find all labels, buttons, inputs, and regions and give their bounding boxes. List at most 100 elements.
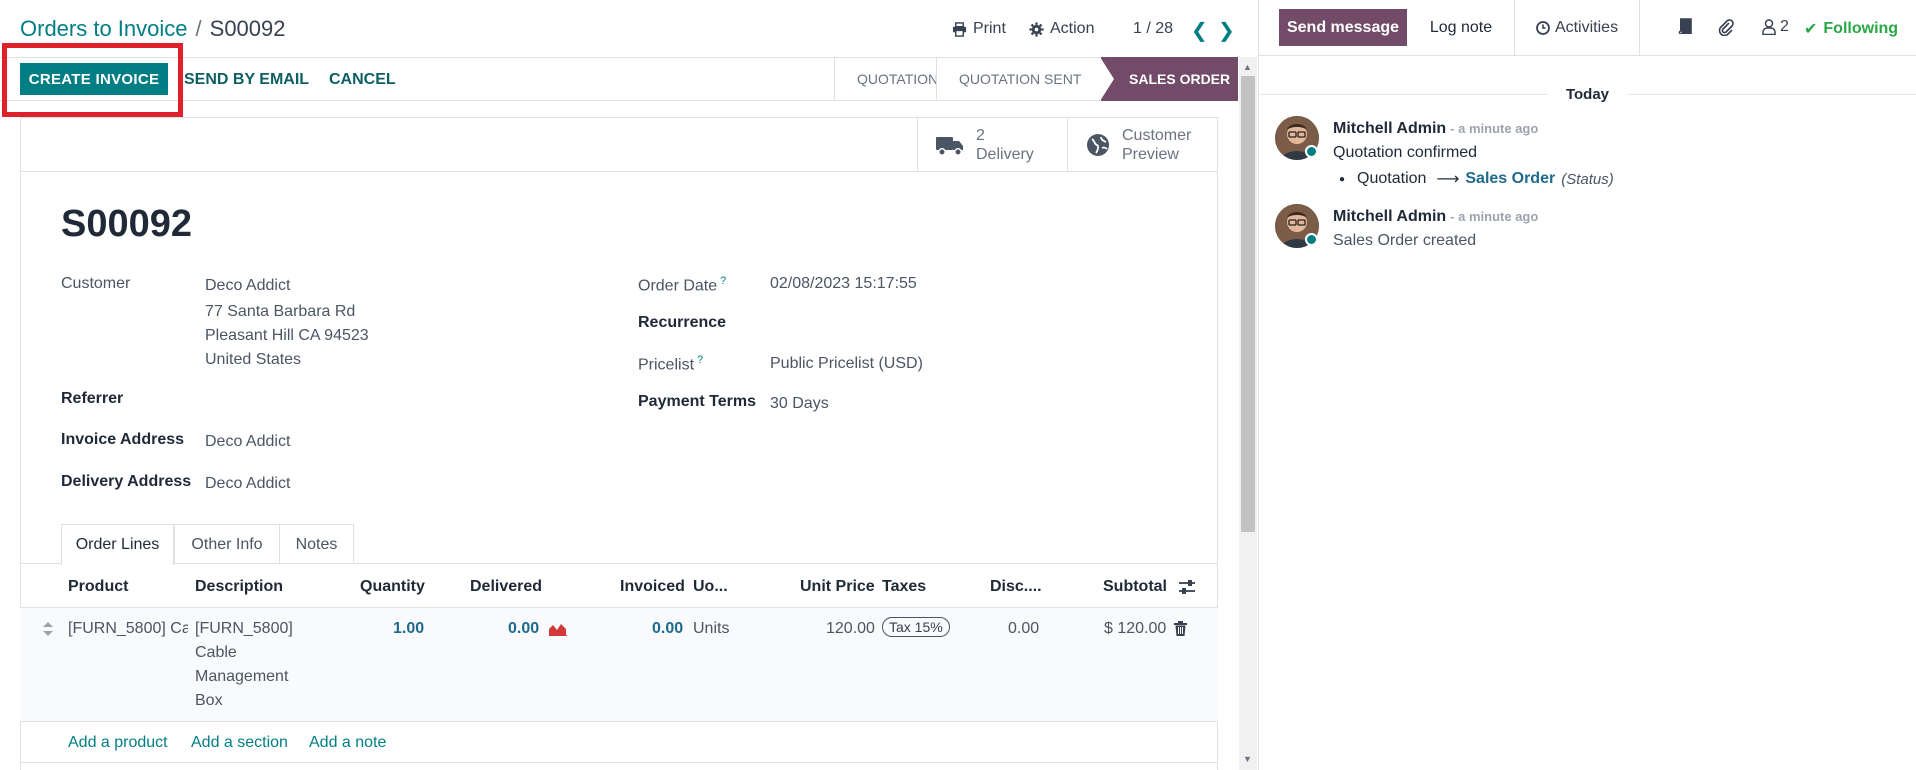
customer-preview-line2: Preview xyxy=(1122,145,1179,163)
column-subtotal[interactable]: Subtotal xyxy=(1103,578,1167,596)
delivery-label: Delivery xyxy=(976,145,1034,163)
print-icon xyxy=(952,21,967,37)
row-quantity[interactable]: 1.00 xyxy=(393,620,424,638)
delivery-smart-text: 2 Delivery xyxy=(976,126,1034,164)
gear-icon xyxy=(1029,21,1044,37)
column-product[interactable]: Product xyxy=(68,578,128,596)
chatter-divider xyxy=(1258,0,1259,770)
followers-button[interactable]: 2 xyxy=(1762,18,1789,36)
row-product[interactable]: [FURN_5800] Cab xyxy=(68,620,188,638)
date-separator-label: Today xyxy=(1547,86,1628,103)
column-unit-price[interactable]: Unit Price xyxy=(800,578,875,596)
order-date-field[interactable]: 02/08/2023 15:17:55 xyxy=(770,275,917,293)
status-bar: QUOTATION QUOTATION SENT SALES ORDER xyxy=(834,57,1238,101)
author-name[interactable]: Mitchell Admin xyxy=(1333,120,1446,137)
order-date-help[interactable]: ? xyxy=(720,275,726,287)
column-uom[interactable]: Uo... xyxy=(693,578,728,596)
tab-other-info[interactable]: Other Info xyxy=(174,524,280,564)
action-button[interactable]: Action xyxy=(1029,20,1094,38)
row-description-line1[interactable]: [FURN_5800] xyxy=(195,620,293,638)
send-message-button[interactable]: Send message xyxy=(1279,9,1407,46)
column-description[interactable]: Description xyxy=(195,578,283,596)
check-icon: ✔ xyxy=(1804,21,1818,38)
following-button[interactable]: ✔ Following xyxy=(1804,19,1898,39)
pager-value[interactable]: 1 / 28 xyxy=(1133,20,1173,38)
invoice-address-label: Invoice Address xyxy=(61,431,185,448)
delivery-address-field[interactable]: Deco Addict xyxy=(205,475,290,493)
row-discount[interactable]: 0.00 xyxy=(1008,620,1039,638)
pricelist-field[interactable]: Public Pricelist (USD) xyxy=(770,355,923,373)
column-discount[interactable]: Disc.... xyxy=(990,578,1042,596)
delivery-smart-button[interactable]: 2 Delivery xyxy=(917,117,1067,172)
print-button[interactable]: Print xyxy=(952,20,1006,38)
chevron-right-icon: ❯ xyxy=(1218,20,1235,42)
tax-badge: Tax 15% xyxy=(882,617,950,637)
tracking-old-value: Quotation xyxy=(1357,170,1427,187)
book-icon xyxy=(1678,18,1692,35)
cancel-button[interactable]: CANCEL xyxy=(329,71,396,89)
order-date-label-text: Order Date xyxy=(638,277,718,295)
clock-icon xyxy=(1536,21,1550,35)
paperclip-icon xyxy=(1718,19,1734,37)
stage-quotation-sent[interactable]: QUOTATION SENT xyxy=(936,57,1100,101)
send-by-email-button[interactable]: SEND BY EMAIL xyxy=(184,71,309,89)
row-delivered[interactable]: 0.00 xyxy=(508,620,539,638)
table-bottom-border xyxy=(20,762,1218,763)
scroll-down-arrow-icon[interactable]: ▼ xyxy=(1243,754,1252,764)
column-delivered[interactable]: Delivered xyxy=(470,578,542,596)
page-title: S00092 xyxy=(61,203,193,245)
customer-preview-text: Customer Preview xyxy=(1122,126,1191,164)
scroll-up-arrow-icon[interactable]: ▲ xyxy=(1243,62,1252,72)
customer-link[interactable]: Deco Addict xyxy=(205,277,290,295)
author-name[interactable]: Mitchell Admin xyxy=(1333,208,1446,225)
tracking-field-name: (Status) xyxy=(1561,170,1614,188)
customer-label: Customer xyxy=(61,275,131,292)
message-author: Mitchell Admin - a minute ago xyxy=(1333,208,1538,226)
add-product-link[interactable]: Add a product xyxy=(68,734,168,752)
pager-next-button[interactable]: ❯ xyxy=(1218,18,1235,43)
row-taxes[interactable]: Tax 15% xyxy=(882,617,950,637)
row-delete-button[interactable] xyxy=(1174,621,1187,640)
message-body: Sales Order created xyxy=(1333,232,1477,249)
row-description-line3: Management xyxy=(195,668,289,685)
knowledge-button[interactable] xyxy=(1677,18,1693,39)
add-section-link[interactable]: Add a section xyxy=(191,734,288,752)
column-quantity[interactable]: Quantity xyxy=(360,578,425,596)
date-separator: Today xyxy=(1259,86,1916,103)
activities-label: Activities xyxy=(1554,19,1619,36)
tab-order-lines[interactable]: Order Lines xyxy=(61,524,174,565)
message-time: - a minute ago xyxy=(1450,121,1539,136)
referrer-label: Referrer xyxy=(61,390,124,407)
add-note-link[interactable]: Add a note xyxy=(309,734,386,752)
address-line3: United States xyxy=(205,351,302,368)
referrer-field[interactable] xyxy=(205,384,565,412)
recurrence-field[interactable] xyxy=(770,308,1190,336)
stage-quotation[interactable]: QUOTATION xyxy=(834,57,938,101)
row-description-line4: Box xyxy=(195,692,223,709)
tab-notes[interactable]: Notes xyxy=(279,524,354,564)
address-line2: Pleasant Hill CA 94523 xyxy=(205,327,369,344)
breadcrumb-parent-link[interactable]: Orders to Invoice xyxy=(20,16,188,41)
customer-preview-smart-button[interactable]: Customer Preview xyxy=(1067,117,1218,172)
pricelist-help[interactable]: ? xyxy=(697,354,703,366)
stage-sales-order[interactable]: SALES ORDER xyxy=(1100,57,1238,101)
order-date-label: Order Date? xyxy=(638,275,726,295)
row-drag-handle[interactable] xyxy=(43,622,53,640)
scrollbar-thumb[interactable] xyxy=(1241,76,1255,532)
column-taxes[interactable]: Taxes xyxy=(882,578,926,596)
invoice-address-field[interactable]: Deco Addict xyxy=(205,433,290,451)
log-note-button[interactable]: Log note xyxy=(1407,0,1515,56)
row-uom[interactable]: Units xyxy=(693,620,729,638)
optional-columns-button[interactable] xyxy=(1178,578,1196,600)
activities-button[interactable]: Activities xyxy=(1514,0,1640,56)
address-line1: 77 Santa Barbara Rd xyxy=(205,303,356,320)
payment-terms-field[interactable]: 30 Days xyxy=(770,395,829,413)
tracking-value: ● Quotation ⟶ Sales Order (Status) xyxy=(1339,169,1614,189)
pager-prev-button[interactable]: ❮ xyxy=(1191,18,1208,43)
column-invoiced[interactable]: Invoiced xyxy=(620,578,685,596)
row-unit-price[interactable]: 120.00 xyxy=(826,620,875,638)
row-description-line2: Cable xyxy=(195,644,237,661)
pricelist-label-text: Pricelist xyxy=(638,356,695,374)
forecast-button[interactable] xyxy=(549,622,567,640)
attachments-button[interactable] xyxy=(1717,18,1735,41)
